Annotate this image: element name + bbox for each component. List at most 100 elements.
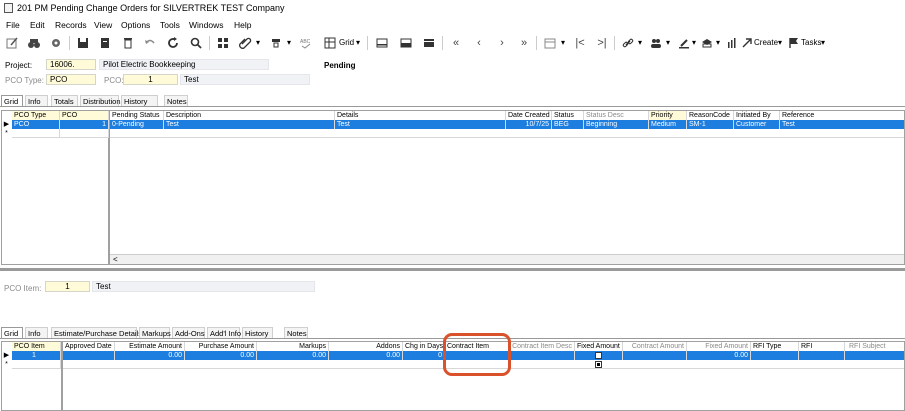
col-details[interactable]: Details [335, 111, 506, 120]
tab-add-ons[interactable]: Add-Ons [172, 327, 205, 338]
col-estimate-amount[interactable]: Estimate Amount [115, 342, 185, 351]
menu-help[interactable]: Help [234, 20, 251, 30]
grid-dropdown[interactable]: ▾ [356, 38, 360, 47]
spell-icon[interactable]: ABC [298, 35, 314, 51]
menu-file[interactable]: File [6, 20, 20, 30]
filter-dropdown[interactable]: ▾ [287, 38, 291, 47]
tab-estimate-purchase-details[interactable]: Estimate/Purchase Details [51, 327, 142, 338]
col-status[interactable]: Status [552, 111, 584, 120]
print-dropdown[interactable]: ▾ [716, 38, 720, 47]
pco-type-field[interactable]: PCO [46, 74, 96, 85]
tasks-button[interactable]: Tasks [801, 38, 821, 47]
cell-contract-item-desc[interactable] [510, 351, 575, 360]
tab-markups[interactable]: Markups [139, 327, 171, 338]
col-fixed-amount[interactable]: Fixed Amount [687, 342, 751, 351]
cell-chg-in-days[interactable]: 0 [403, 351, 445, 360]
cell-description[interactable]: Test [164, 120, 335, 129]
cell-approved-date[interactable] [63, 351, 115, 360]
col-rfi-subject[interactable]: RFI Subject [845, 342, 904, 351]
cell-estimate-amount[interactable]: 0.00 [115, 351, 185, 360]
search-icon[interactable] [188, 35, 204, 51]
cell-details[interactable]: Test [335, 120, 506, 129]
col-pco-item[interactable]: PCO Item [12, 342, 61, 351]
panel-top-icon[interactable] [374, 35, 390, 51]
tab-totals[interactable]: Totals [51, 95, 78, 106]
col-fixed-amount-flag[interactable]: Fixed Amount [575, 342, 623, 351]
tab-history[interactable]: History [242, 327, 273, 338]
cell-status-desc[interactable]: Beginning [584, 120, 649, 129]
tab-notes[interactable]: Notes [164, 95, 188, 106]
cell-priority[interactable]: Medium [649, 120, 687, 129]
create-dropdown[interactable]: ▾ [778, 38, 782, 47]
team-dropdown[interactable]: ▾ [666, 38, 670, 47]
stamp-icon[interactable] [676, 35, 692, 51]
menu-options[interactable]: Options [121, 20, 150, 30]
pane-splitter[interactable] [0, 268, 905, 271]
team-icon[interactable] [648, 35, 664, 51]
cell-initiated-by[interactable]: Customer [734, 120, 780, 129]
col-description[interactable]: Description [164, 111, 335, 120]
cell-pending-status[interactable]: 0-Pending [110, 120, 164, 129]
scroll-left-button[interactable]: < [113, 255, 118, 264]
stamp-dropdown[interactable]: ▾ [692, 38, 696, 47]
fixed-amount-checkbox[interactable] [595, 352, 602, 359]
attach-icon[interactable] [237, 35, 253, 51]
cell-contract-amount[interactable] [623, 351, 687, 360]
menu-windows[interactable]: Windows [189, 20, 223, 30]
filter-icon[interactable] [268, 35, 284, 51]
grid-view-label[interactable]: Grid [339, 38, 354, 47]
calendar-dropdown[interactable]: ▾ [561, 38, 565, 47]
new-row-cell[interactable] [60, 129, 109, 138]
cell-status[interactable]: BEG [552, 120, 584, 129]
col-initiated-by[interactable]: Initiated By [734, 111, 780, 120]
calendar-grid-icon[interactable] [542, 35, 558, 51]
cell-markups[interactable]: 0.00 [257, 351, 329, 360]
first-icon[interactable]: « [448, 35, 464, 51]
col-date-created[interactable]: Date Created [506, 111, 552, 120]
col-pending-status[interactable]: Pending Status [110, 111, 164, 120]
last-icon[interactable]: » [516, 35, 532, 51]
refresh-icon[interactable] [165, 35, 181, 51]
create-button[interactable]: Create [754, 38, 778, 47]
col-status-desc[interactable]: Status Desc [584, 111, 649, 120]
new-row-cell[interactable] [12, 129, 60, 138]
last-page-icon[interactable]: >| [594, 35, 610, 51]
tab-history[interactable]: History [121, 95, 158, 106]
fixed-amount-checkbox-new-row[interactable] [595, 361, 602, 368]
col-chg-in-days[interactable]: Chg in Days [403, 342, 445, 351]
menu-records[interactable]: Records [55, 20, 87, 30]
delete-icon[interactable] [120, 35, 136, 51]
col-approved-date[interactable]: Approved Date [63, 342, 115, 351]
project-field[interactable]: 16006. [46, 59, 96, 70]
prev-icon[interactable]: ‹ [471, 35, 487, 51]
flag-icon[interactable] [786, 35, 802, 51]
new-row-cell[interactable] [12, 360, 61, 369]
cell-rfi-type[interactable] [751, 351, 799, 360]
save-icon[interactable] [75, 35, 91, 51]
link-dropdown[interactable]: ▾ [638, 38, 642, 47]
cell-fixed-amount[interactable]: 0.00 [687, 351, 751, 360]
menu-view[interactable]: View [94, 20, 112, 30]
cell-pco[interactable]: 1 [60, 120, 109, 129]
attach-dropdown[interactable]: ▾ [256, 38, 260, 47]
binoculars-icon[interactable] [26, 35, 42, 51]
tab-addl-info[interactable]: Add'l Info [207, 327, 241, 338]
tasks-dropdown[interactable]: ▾ [821, 38, 825, 47]
cell-pco-item[interactable]: 1 [12, 351, 61, 360]
chart-icon[interactable] [724, 35, 740, 51]
col-contract-item-desc[interactable]: Contract Item Desc [510, 342, 575, 351]
tab-info[interactable]: Info [25, 327, 48, 338]
panel-split-icon[interactable] [398, 35, 414, 51]
tab-notes[interactable]: Notes [284, 327, 308, 338]
first-page-icon[interactable]: |< [572, 35, 588, 51]
cell-reference[interactable]: Test [780, 120, 904, 129]
col-reference[interactable]: Reference [780, 111, 904, 120]
horizontal-scrollbar[interactable]: < [110, 254, 904, 264]
col-pco-type[interactable]: PCO Type [12, 111, 60, 120]
cell-date-created[interactable]: 10/7/25 [506, 120, 552, 129]
cell-reason-code[interactable]: SM-1 [687, 120, 734, 129]
link-icon[interactable] [620, 35, 636, 51]
col-markups[interactable]: Markups [257, 342, 329, 351]
cell-rfi[interactable] [799, 351, 845, 360]
tab-distribution[interactable]: Distribution [80, 95, 121, 106]
